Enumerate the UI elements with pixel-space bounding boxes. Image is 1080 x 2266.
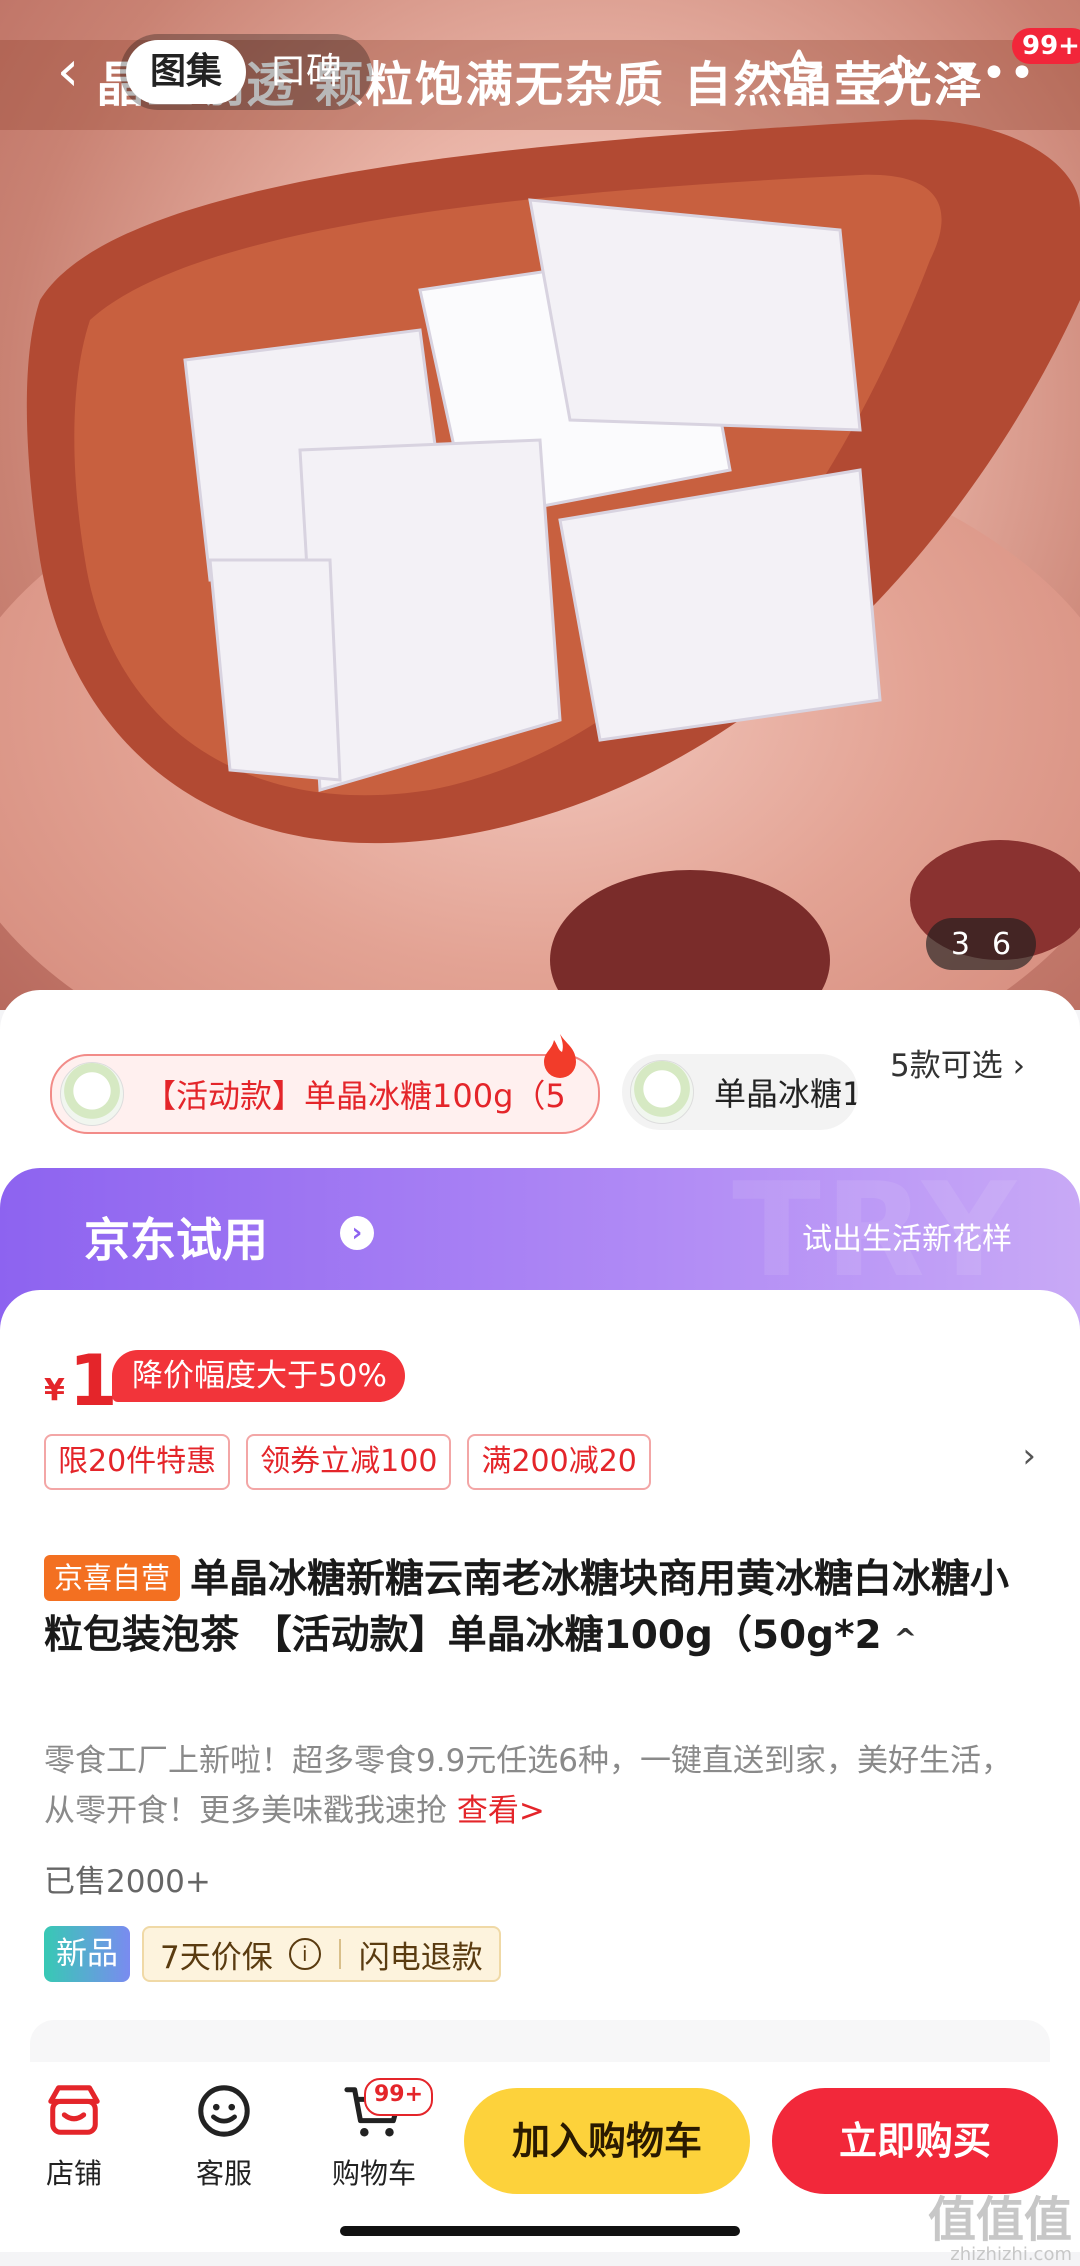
gallery-segment-control: 图集 口碑 <box>120 34 373 110</box>
sold-count: 已售2000+ <box>44 1864 211 1900</box>
variant-label: 单晶冰糖1 <box>714 1075 858 1113</box>
buy-now-button[interactable]: 立即购买 <box>772 2088 1058 2194</box>
chat-face-icon <box>164 2076 284 2146</box>
spoon-with-rock-sugar-image <box>26 119 1080 1010</box>
tab-gallery[interactable]: 图集 <box>126 40 247 104</box>
product-title[interactable]: 京喜自营 单晶冰糖新糖云南老冰糖块商用黄冰糖白冰糖小粒包装泡茶 【活动款】单晶冰糖… <box>44 1552 1040 1667</box>
currency-symbol: ¥ <box>44 1373 65 1408</box>
bottom-action-bar: 店铺 客服 购物车 99+ 加入购物车 立即购买 <box>0 2062 1080 2252</box>
variant-option-selected[interactable]: 【活动款】单晶冰糖100g（5 <box>50 1054 600 1134</box>
promo-tag: 限20件特惠 <box>44 1434 231 1490</box>
add-to-cart-button[interactable]: 加入购物车 <box>464 2088 750 2194</box>
promotion-list[interactable]: 限20件特惠 领券立减100 满200减20 <box>44 1434 651 1490</box>
watermark-main: 值值值 <box>927 2192 1072 2248</box>
refund-label: 闪电退款 <box>358 1939 483 1976</box>
image-counter: 3 6 <box>926 918 1036 970</box>
price: ¥ 1 <box>44 1346 118 1416</box>
tab-reviews[interactable]: 口碑 <box>246 40 366 104</box>
store-label: 店铺 <box>45 2157 102 2190</box>
top-navigation: ‹ 图集 口碑 ••• 99+ <box>0 0 1080 150</box>
variant-option[interactable]: 单晶冰糖1 <box>622 1054 858 1130</box>
service-tags: 新品 7天价保 i 闪电退款 <box>44 1926 501 1982</box>
self-operated-badge: 京喜自营 <box>44 1555 181 1601</box>
back-icon[interactable]: ‹ <box>44 42 92 102</box>
info-icon: i <box>288 1938 321 1970</box>
product-image-gallery[interactable]: 晶莹剔透 颗粒饱满无杂质 自然晶莹光泽 <box>0 0 1080 1010</box>
customer-service-label: 客服 <box>195 2157 252 2190</box>
home-indicator[interactable] <box>340 2226 740 2236</box>
price-guard-label: 7天价保 <box>160 1939 273 1976</box>
share-icon[interactable] <box>860 38 930 108</box>
variant-thumbnail <box>60 1062 124 1126</box>
more-badge: 99+ <box>1012 28 1080 64</box>
star-icon[interactable] <box>764 38 834 108</box>
trial-title: 京东试用 <box>84 1213 268 1267</box>
watermark-sub: zhizhizhi.com <box>950 2244 1072 2265</box>
chevron-right-icon: › <box>340 1216 374 1250</box>
image-index: 3 <box>950 926 970 962</box>
cart-label: 购物车 <box>331 2157 416 2190</box>
chevron-right-icon[interactable]: › <box>1022 1436 1036 1476</box>
view-link[interactable]: 查看> <box>457 1793 545 1829</box>
promo-tag: 领券立减100 <box>246 1434 452 1490</box>
hot-flame-icon <box>544 1034 576 1078</box>
product-title-text: 单晶冰糖新糖云南老冰糖块商用黄冰糖白冰糖小粒包装泡茶 【活动款】单晶冰糖100g… <box>44 1557 1010 1658</box>
price-value: 1 <box>68 1340 118 1422</box>
promo-tag: 满200减20 <box>467 1434 651 1490</box>
trial-slogan: 试出生活新花样 <box>802 1222 1012 1257</box>
new-product-badge: 新品 <box>44 1926 130 1982</box>
discount-badge: 降价幅度大于50% <box>112 1350 405 1402</box>
variant-thumbnail <box>630 1060 694 1124</box>
customer-service-button[interactable]: 客服 <box>164 2076 284 2192</box>
image-total: 6 <box>992 926 1012 962</box>
cart-count-badge: 99+ <box>364 2078 434 2116</box>
store-icon <box>14 2076 134 2146</box>
more-variants-link[interactable]: 5款可选 › <box>890 1040 1025 1085</box>
divider <box>338 1939 341 1969</box>
site-watermark: 值值值 zhizhizhi.com <box>928 2196 1072 2266</box>
service-guarantee[interactable]: 7天价保 i 闪电退款 <box>142 1926 501 1982</box>
promo-description: 零食工厂上新啦！超多零食9.9元任选6种，一键直送到家，美好生活，从零开食！更多… <box>44 1736 1034 1836</box>
variant-label: 【活动款】单晶冰糖100g（5 <box>144 1077 566 1115</box>
chevron-up-icon[interactable]: ^ <box>894 1622 917 1655</box>
store-button[interactable]: 店铺 <box>14 2076 134 2192</box>
